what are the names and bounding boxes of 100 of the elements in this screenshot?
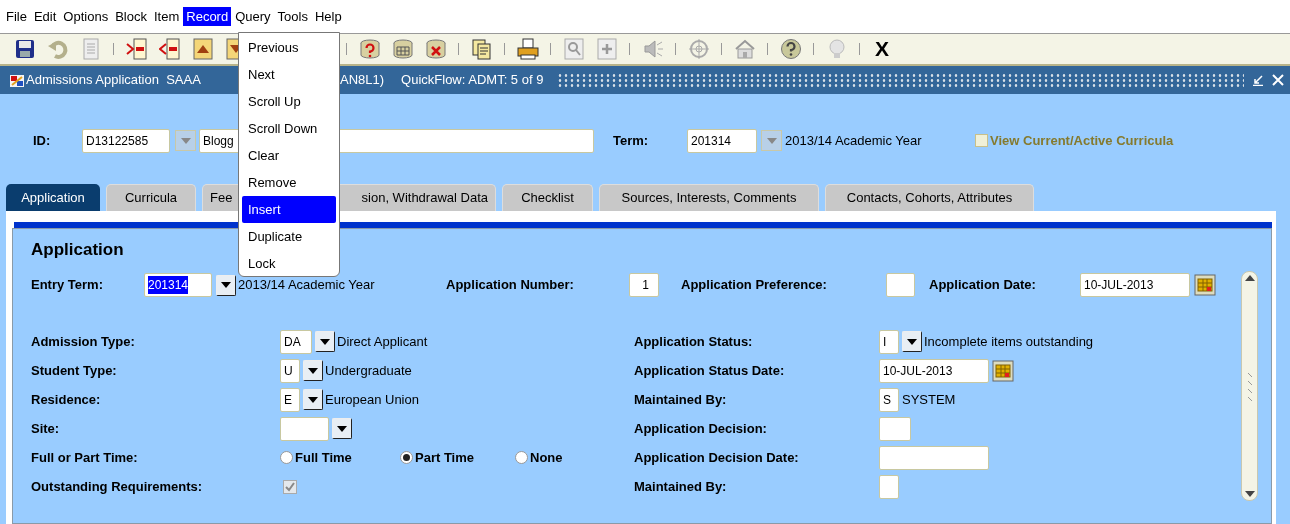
caret-icon: [221, 282, 231, 288]
window-title: Admissions Application SAAA: [26, 71, 201, 90]
menu-item[interactable]: Record: [183, 7, 232, 26]
menu-item[interactable]: Scroll Up: [242, 88, 336, 115]
radio-button[interactable]: [515, 451, 528, 464]
calendar-icon[interactable]: [992, 359, 1014, 382]
documents-icon[interactable]: [471, 38, 493, 60]
house-icon[interactable]: [734, 38, 756, 60]
input-field[interactable]: [280, 416, 329, 441]
menu-item[interactable]: Edit: [30, 7, 60, 26]
field-label: Outstanding Requirements:: [31, 477, 204, 496]
field-label: Application Decision:: [634, 419, 768, 438]
field-label: Site:: [31, 419, 61, 438]
crosshair-icon[interactable]: [688, 38, 710, 60]
quickflow-status: QuickFlow: ADMT: 5 of 9: [401, 71, 544, 90]
database-question-icon[interactable]: [359, 38, 381, 60]
checkbox-label: View Current/Active Curricula: [990, 131, 1174, 150]
save-icon[interactable]: [14, 38, 36, 60]
radio-label: None: [530, 448, 563, 467]
input-field[interactable]: [879, 445, 989, 470]
radio-button[interactable]: [280, 451, 293, 464]
input-field[interactable]: 201314: [144, 273, 212, 297]
printer-icon[interactable]: [517, 38, 539, 60]
scroll-down-icon[interactable]: [1244, 491, 1255, 497]
menu-item[interactable]: Lock: [242, 250, 336, 277]
undo-icon[interactable]: [47, 38, 69, 60]
scrollbar[interactable]: [1241, 271, 1258, 501]
search-icon[interactable]: [563, 38, 585, 60]
field-label: ID:: [33, 131, 52, 150]
database-grid-icon[interactable]: [392, 38, 414, 60]
radio-label: Part Time: [415, 448, 474, 467]
tab[interactable]: Curricula: [106, 184, 196, 211]
field-label: Application Status:: [634, 332, 754, 351]
radio-label: Full Time: [295, 448, 352, 467]
menu-item[interactable]: Block: [112, 7, 150, 26]
scroll-grip-icon[interactable]: [1246, 371, 1253, 401]
field-description: Direct Applicant: [337, 332, 428, 351]
field-label: Full or Part Time:: [31, 448, 139, 467]
calendar-icon[interactable]: [1194, 274, 1216, 296]
input-field[interactable]: DA: [280, 329, 312, 354]
input-field[interactable]: I: [879, 329, 899, 354]
help-icon[interactable]: [780, 38, 802, 60]
speaker-icon[interactable]: [642, 38, 664, 60]
page-arrow-icon[interactable]: [159, 38, 181, 60]
caret-icon: [766, 137, 777, 144]
add-page-icon[interactable]: [596, 38, 618, 60]
field-description: 2013/14 Academic Year: [785, 131, 923, 150]
input-field[interactable]: S: [879, 387, 899, 412]
radio-button[interactable]: [400, 451, 413, 464]
menu-item[interactable]: Insert: [242, 196, 336, 223]
field-label: Residence:: [31, 390, 102, 409]
input-field[interactable]: E: [280, 387, 300, 412]
app-icon: [10, 73, 24, 87]
page-arrow-icon[interactable]: [126, 38, 148, 60]
input-field[interactable]: [879, 416, 911, 441]
caret-icon: [320, 338, 330, 345]
caret-icon: [907, 338, 917, 345]
close-icon[interactable]: [1272, 74, 1284, 86]
field-description: Undergraduate: [325, 361, 412, 380]
window-title: AN8L1): [340, 71, 385, 90]
menu-item[interactable]: Options: [60, 7, 112, 26]
field-label: Application Number:: [446, 276, 575, 295]
caret-icon: [337, 425, 347, 432]
tab[interactable]: Sources, Interests, Comments: [599, 184, 819, 211]
input-field[interactable]: 10-JUL-2013: [879, 358, 989, 383]
exit-button[interactable]: X: [872, 38, 892, 60]
field-label: Application Decision Date:: [634, 448, 800, 467]
menu-item[interactable]: Help: [311, 7, 345, 26]
caret-icon: [308, 367, 318, 374]
field-label: Application Status Date:: [634, 361, 786, 380]
input-field[interactable]: U: [280, 358, 300, 383]
input-field[interactable]: 201314: [687, 128, 757, 153]
field-label: Entry Term:: [31, 276, 104, 295]
tab[interactable]: Application: [6, 184, 100, 211]
input-field[interactable]: [879, 474, 899, 499]
input-field[interactable]: [886, 273, 915, 297]
field-label: Student Type:: [31, 361, 118, 380]
field-description: 2013/14 Academic Year: [238, 276, 376, 295]
field-label: Term:: [613, 131, 650, 150]
field-description: SYSTEM: [902, 390, 956, 409]
database-delete-icon[interactable]: [425, 38, 447, 60]
input-field[interactable]: 10-JUL-2013: [1080, 273, 1190, 297]
menu-item[interactable]: Previous: [242, 34, 336, 61]
menu-item[interactable]: Tools: [274, 7, 311, 26]
tab[interactable]: Checklist: [502, 184, 593, 211]
triangle-up-icon[interactable]: [192, 38, 214, 60]
menu-item[interactable]: Query: [232, 7, 274, 26]
menu-item[interactable]: Duplicate: [242, 223, 336, 250]
menu-item[interactable]: Next: [242, 61, 336, 88]
tab[interactable]: Contacts, Cohorts, Attributes: [825, 184, 1034, 211]
caret-icon: [180, 137, 191, 144]
field-label: Application Date:: [929, 276, 1037, 295]
input-field[interactable]: D13122585: [82, 128, 170, 153]
menu-item[interactable]: File: [3, 7, 30, 26]
menu-item[interactable]: Item: [150, 7, 183, 26]
scroll-up-icon[interactable]: [1244, 275, 1255, 281]
section-title: Application: [31, 239, 125, 261]
input-field[interactable]: 1: [629, 273, 659, 297]
field-label: Application Preference:: [681, 276, 828, 295]
minimize-icon[interactable]: [1252, 74, 1264, 86]
